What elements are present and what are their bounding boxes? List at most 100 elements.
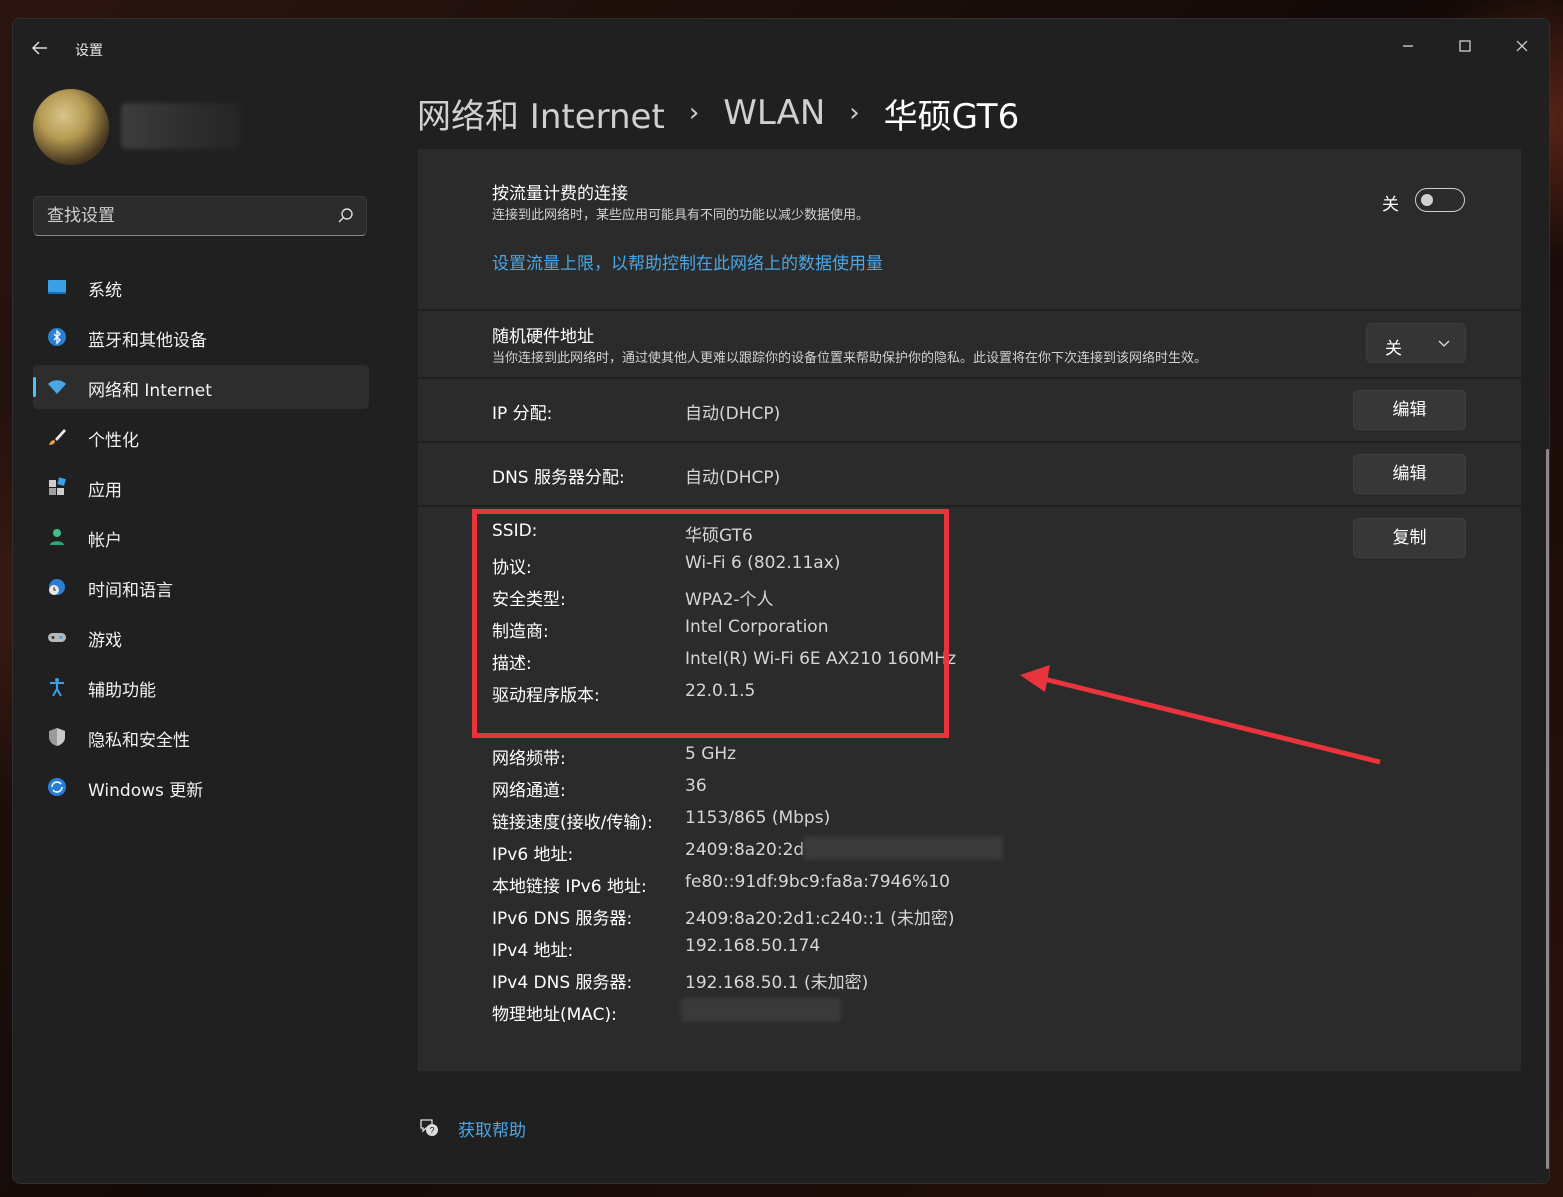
property-value: 192.168.50.1 (未加密) xyxy=(685,973,869,993)
breadcrumb-current-network: 华硕GT6 xyxy=(883,96,1020,137)
property-value: 36 xyxy=(685,776,707,796)
dns-assignment-card: DNS 服务器分配: 自动(DHCP) 编辑 xyxy=(418,441,1521,505)
search-icon[interactable] xyxy=(336,206,356,226)
property-label: 物理地址(MAC): xyxy=(492,1005,617,1025)
bluetooth-icon xyxy=(48,328,66,346)
breadcrumb: 网络和 Internet › WLAN › 华硕GT6 xyxy=(417,89,1019,137)
sidebar-item-time-language[interactable]: 时间和语言 xyxy=(33,565,369,609)
title-bar: 设置 xyxy=(13,19,1549,79)
sidebar-item-apps[interactable]: 应用 xyxy=(33,465,369,509)
sidebar-item-privacy[interactable]: 隐私和安全性 xyxy=(33,715,369,759)
sidebar-item-windows-update[interactable]: Windows 更新 xyxy=(33,765,369,809)
sidebar-item-personalization[interactable]: 个性化 xyxy=(33,415,369,459)
property-label: 本地链接 IPv6 地址: xyxy=(492,877,647,897)
property-value: 2409:8a20:2d1: xyxy=(685,840,821,860)
globe-clock-icon xyxy=(49,579,65,595)
sidebar-item-gaming[interactable]: 游戏 xyxy=(33,615,369,659)
gamepad-icon xyxy=(48,633,66,642)
sidebar-item-bluetooth[interactable]: 蓝牙和其他设备 xyxy=(33,315,369,359)
property-label: IPv6 DNS 服务器: xyxy=(492,909,633,929)
sidebar-item-label: 应用 xyxy=(88,481,122,501)
property-value: 192.168.50.174 xyxy=(685,936,821,956)
property-label: IPv6 地址: xyxy=(492,845,574,865)
property-label: 链接速度(接收/传输): xyxy=(492,813,653,833)
dns-assignment-label: DNS 服务器分配: xyxy=(492,468,625,488)
maximize-icon xyxy=(1459,40,1471,52)
minimize-button[interactable] xyxy=(1385,27,1431,67)
content-panel: 按流量计费的连接 连接到此网络时，某些应用可能具有不同的功能以减少数据使用。 关… xyxy=(418,149,1521,1071)
system-icon xyxy=(48,280,66,294)
breadcrumb-wlan[interactable]: WLAN xyxy=(723,93,825,133)
random-hw-title: 随机硬件地址 xyxy=(492,327,594,347)
sidebar-item-network[interactable]: 网络和 Internet xyxy=(33,365,369,409)
sidebar-item-label: 辅助功能 xyxy=(88,681,156,701)
random-hardware-address-card: 随机硬件地址 当你连接到此网络时，通过使其他人更难以跟踪你的设备位置来帮助保护你… xyxy=(418,309,1521,377)
property-value: 2409:8a20:2d1:c240::1 (未加密) xyxy=(685,909,955,929)
dns-assignment-value: 自动(DHCP) xyxy=(685,468,781,488)
sidebar-item-label: 游戏 xyxy=(88,631,122,651)
metered-toggle-state: 关 xyxy=(1382,195,1399,215)
accessibility-icon xyxy=(50,678,64,697)
scrollbar[interactable] xyxy=(1546,449,1549,1169)
help-chat-icon: ? xyxy=(420,1119,438,1136)
annotation-highlight-box xyxy=(472,509,949,738)
property-label: 网络通道: xyxy=(492,781,566,801)
search-box xyxy=(33,196,367,236)
property-value: 1153/865 (Mbps) xyxy=(685,808,831,828)
svg-text:?: ? xyxy=(429,1126,434,1136)
brush-icon xyxy=(49,429,66,445)
random-hw-description: 当你连接到此网络时，通过使其他人更难以跟踪你的设备位置来帮助保护你的隐私。此设置… xyxy=(492,351,1208,366)
close-button[interactable] xyxy=(1499,27,1545,67)
property-label: IPv4 DNS 服务器: xyxy=(492,973,633,993)
shield-icon xyxy=(49,728,65,746)
sidebar-nav: 系统 蓝牙和其他设备 网络和 Internet 个性化 应用 帐户 时间和语言 xyxy=(33,265,369,815)
metered-connection-card: 按流量计费的连接 连接到此网络时，某些应用可能具有不同的功能以减少数据使用。 关… xyxy=(418,149,1521,309)
maximize-button[interactable] xyxy=(1442,27,1488,67)
ip-assignment-value: 自动(DHCP) xyxy=(685,404,781,424)
ip-edit-button[interactable]: 编辑 xyxy=(1353,390,1466,430)
property-value: 5 GHz xyxy=(685,744,737,764)
ipv6-address-redacted xyxy=(803,836,1003,860)
apps-icon xyxy=(49,477,66,495)
data-limit-link[interactable]: 设置流量上限，以帮助控制在此网络上的数据使用量 xyxy=(492,249,883,274)
sidebar-item-system[interactable]: 系统 xyxy=(33,265,369,309)
sidebar-item-label: 时间和语言 xyxy=(88,581,173,601)
copy-button[interactable]: 复制 xyxy=(1353,518,1466,558)
sidebar-item-label: 网络和 Internet xyxy=(88,381,212,401)
dropdown-value: 关 xyxy=(1385,339,1402,359)
metered-toggle[interactable] xyxy=(1415,188,1465,212)
breadcrumb-network[interactable]: 网络和 Internet xyxy=(417,89,665,138)
back-arrow-icon xyxy=(31,41,47,55)
sidebar-item-label: 系统 xyxy=(88,281,122,301)
update-icon xyxy=(48,778,66,796)
username-redacted xyxy=(121,103,241,149)
ip-assignment-label: IP 分配: xyxy=(492,404,553,424)
dns-edit-button[interactable]: 编辑 xyxy=(1353,454,1466,494)
get-help-link[interactable]: 获取帮助 xyxy=(458,1116,526,1141)
account-icon xyxy=(50,529,64,545)
sidebar-item-label: 个性化 xyxy=(88,431,139,451)
sidebar-item-label: 隐私和安全性 xyxy=(88,731,190,751)
metered-title: 按流量计费的连接 xyxy=(492,184,628,204)
sidebar-item-accessibility[interactable]: 辅助功能 xyxy=(33,665,369,709)
property-label: IPv4 地址: xyxy=(492,941,574,961)
close-icon xyxy=(1516,40,1528,52)
back-button[interactable] xyxy=(31,39,55,61)
mac-address-redacted xyxy=(681,998,841,1022)
chevron-down-icon xyxy=(1438,340,1450,347)
breadcrumb-separator: › xyxy=(849,98,860,128)
app-title: 设置 xyxy=(75,43,103,59)
settings-window: 设置 系统 蓝牙和其他设备 网络和 Internet 个 xyxy=(12,18,1550,1184)
minimize-icon xyxy=(1403,45,1413,47)
toggle-knob xyxy=(1421,194,1433,206)
breadcrumb-separator: › xyxy=(688,98,700,128)
random-hw-dropdown[interactable]: 关 xyxy=(1366,323,1466,363)
property-label: 网络频带: xyxy=(492,749,566,769)
sidebar-item-label: 蓝牙和其他设备 xyxy=(88,331,207,351)
sidebar-item-accounts[interactable]: 帐户 xyxy=(33,515,369,559)
property-value: fe80::91df:9bc9:fa8a:7946%10 xyxy=(685,872,950,892)
user-avatar[interactable] xyxy=(33,89,109,165)
sidebar-item-label: 帐户 xyxy=(88,531,122,551)
search-input[interactable] xyxy=(34,197,324,235)
metered-description: 连接到此网络时，某些应用可能具有不同的功能以减少数据使用。 xyxy=(492,208,870,223)
